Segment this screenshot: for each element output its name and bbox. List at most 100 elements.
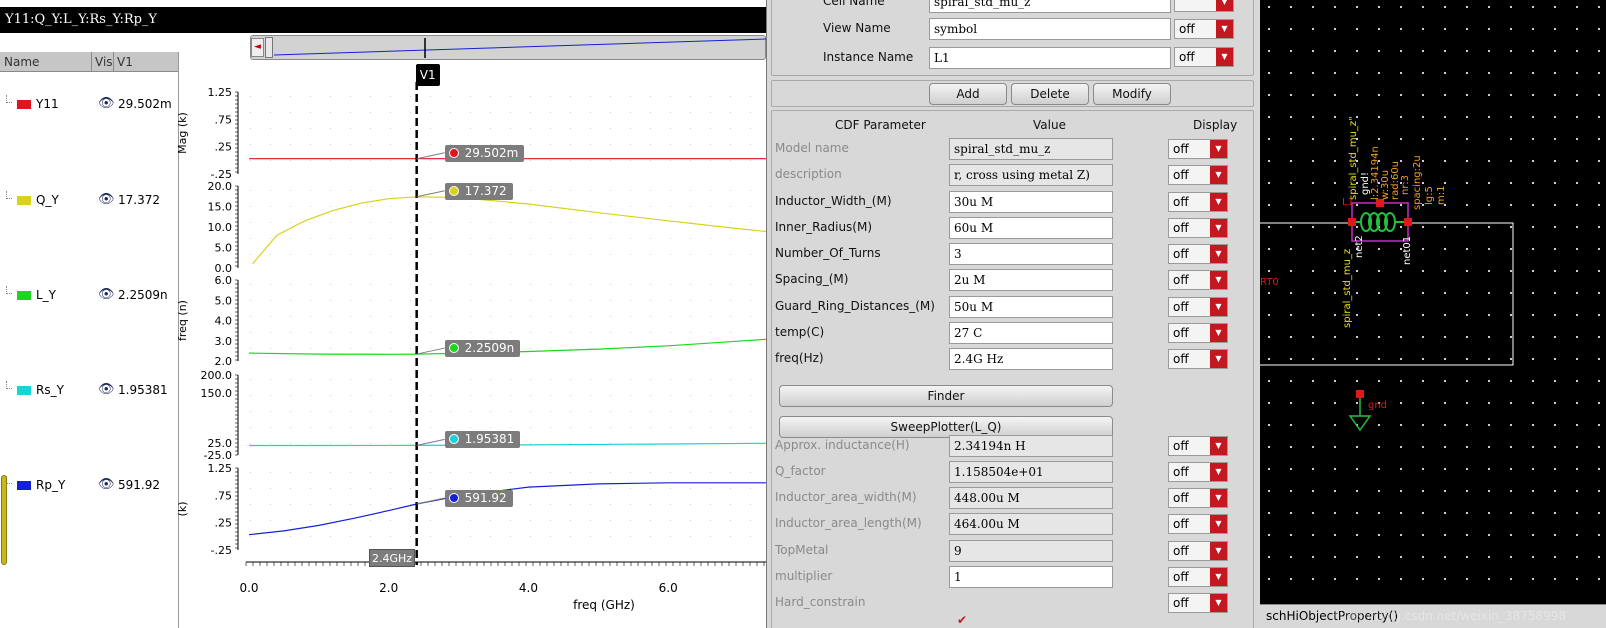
param-display-select[interactable]: off ▼ xyxy=(1168,323,1228,343)
grid-dot xyxy=(430,348,431,349)
marker-value-label[interactable]: 2.2509n xyxy=(444,340,521,358)
grid-dot xyxy=(610,190,611,191)
grid-dot xyxy=(670,144,671,145)
grid-dot xyxy=(570,504,571,505)
view-name-field[interactable]: symbol xyxy=(929,18,1171,40)
cell-name-display-select[interactable]: ▼ xyxy=(1174,0,1234,12)
schematic-drawing[interactable]: gndRT0L1spiral_std_mu_znet2 net01spiral_s… xyxy=(1260,0,1606,628)
param-value-field[interactable]: spiral_std_mu_z xyxy=(949,138,1113,160)
param-display-select[interactable]: off ▼ xyxy=(1168,349,1228,369)
grid-dot xyxy=(1400,446,1402,448)
grid-dot xyxy=(1510,402,1512,404)
param-value-field[interactable]: 2u M xyxy=(949,269,1113,291)
dropdown-arrow-icon: ▼ xyxy=(1210,594,1227,612)
schematic-canvas[interactable]: gnd RT0 L1 spiral_std_mu_z net2 net01 spiral_s… xyxy=(1260,0,1606,628)
grid-dot xyxy=(1378,468,1380,470)
grid-dot xyxy=(330,160,331,161)
result-display-select[interactable]: off ▼ xyxy=(1168,567,1228,587)
grid-dot xyxy=(290,190,291,191)
instance-name-field[interactable]: L1 xyxy=(929,47,1171,69)
result-label: multiplier xyxy=(775,569,833,583)
add-button[interactable]: Add xyxy=(929,83,1007,105)
grid-dot xyxy=(310,222,311,223)
grid-dot xyxy=(1510,578,1512,580)
grid-dot xyxy=(510,112,511,113)
grid-dot xyxy=(1554,402,1556,404)
result-value-field[interactable]: 2.34194n H xyxy=(949,435,1113,457)
vertical-marker-tag[interactable]: V1 xyxy=(415,64,440,86)
param-display-select[interactable]: off ▼ xyxy=(1168,297,1228,317)
grid-dot xyxy=(1378,556,1380,558)
result-value-field[interactable]: 9 xyxy=(949,540,1113,562)
grid-dot xyxy=(1598,490,1600,492)
grid-dot xyxy=(630,472,631,473)
grid-dot xyxy=(490,520,491,521)
result-value-field[interactable]: 464.00u M xyxy=(949,513,1113,535)
grid-dot xyxy=(1488,94,1490,96)
grid-dot xyxy=(650,300,651,301)
grid-dot xyxy=(1554,512,1556,514)
marker-leader-line xyxy=(416,152,445,160)
result-display-select[interactable]: off ▼ xyxy=(1168,541,1228,561)
delete-button[interactable]: Delete xyxy=(1011,83,1089,105)
param-display-select[interactable]: off ▼ xyxy=(1168,165,1228,185)
param-value-field[interactable]: 27 C xyxy=(949,322,1113,344)
grid-dot xyxy=(650,238,651,239)
grid-dot xyxy=(1356,72,1358,74)
grid-dot xyxy=(550,488,551,489)
param-display-select[interactable]: off ▼ xyxy=(1168,270,1228,290)
grid-dot xyxy=(1334,50,1336,52)
param-display-select[interactable]: off ▼ xyxy=(1168,244,1228,264)
grid-dot xyxy=(710,520,711,521)
marker-value-label[interactable]: 17.372 xyxy=(444,182,513,200)
grid-dot xyxy=(390,96,391,97)
grid-dot xyxy=(530,536,531,537)
grid-dot xyxy=(1466,380,1468,382)
grid-dot xyxy=(1532,138,1534,140)
result-value-field[interactable]: 448.00u M xyxy=(949,487,1113,509)
param-value-field[interactable]: 60u M xyxy=(949,217,1113,239)
grid-dot xyxy=(1334,182,1336,184)
result-value-field[interactable]: 1.158504e+01 xyxy=(949,461,1113,483)
param-value-field[interactable]: 3 xyxy=(949,243,1113,265)
grid-dot xyxy=(1488,424,1490,426)
param-value-field[interactable]: 30u M xyxy=(949,191,1113,213)
grid-dot xyxy=(750,395,751,396)
grid-dot xyxy=(290,488,291,489)
modify-button[interactable]: Modify xyxy=(1093,83,1171,105)
param-display-select[interactable]: off ▼ xyxy=(1168,192,1228,212)
marker-value-label[interactable]: 29.502m xyxy=(444,144,525,162)
y-tick-label: 4.0 xyxy=(215,315,233,328)
grid-dot xyxy=(1378,534,1380,536)
param-value-field[interactable]: 50u M xyxy=(949,296,1113,318)
grid-dot xyxy=(1598,50,1600,52)
grid-dot xyxy=(1334,402,1336,404)
grid-dot xyxy=(590,520,591,521)
hard-constrain-checkbox[interactable]: ✔ xyxy=(957,614,969,626)
instance-name-display-select[interactable]: off ▼ xyxy=(1174,47,1234,67)
result-display-select[interactable]: off ▼ xyxy=(1168,436,1228,456)
marker-value-label[interactable]: 1.95381 xyxy=(444,431,521,449)
view-name-display-select[interactable]: off ▼ xyxy=(1174,19,1234,39)
cell-name-field[interactable]: spiral_std_mu_z xyxy=(929,0,1171,13)
grid-dot xyxy=(1576,138,1578,140)
grid-dot xyxy=(410,332,411,333)
result-value-field[interactable]: 1 xyxy=(949,566,1113,588)
grid-dot xyxy=(1510,534,1512,536)
marker-value-label[interactable]: 591.92 xyxy=(444,489,513,507)
result-display-select[interactable]: off ▼ xyxy=(1168,514,1228,534)
grid-dot xyxy=(410,536,411,537)
result-display-select[interactable]: off ▼ xyxy=(1168,593,1228,613)
grid-dot xyxy=(550,144,551,145)
param-display-select[interactable]: off ▼ xyxy=(1168,139,1228,159)
param-value-field[interactable]: r, cross using metal Z) xyxy=(949,164,1113,186)
grid-dot xyxy=(1598,468,1600,470)
finder-button[interactable]: Finder xyxy=(779,385,1113,407)
result-display-select[interactable]: off ▼ xyxy=(1168,488,1228,508)
param-display-select[interactable]: off ▼ xyxy=(1168,218,1228,238)
grid-dot xyxy=(550,395,551,396)
plot-area[interactable]: 1.25 .75 .25 -.25 Mag (k) 20.0 15.0 10.0 5.0 0.0 6… xyxy=(0,0,766,628)
param-value-field[interactable]: 2.4G Hz xyxy=(949,348,1113,370)
result-display-select[interactable]: off ▼ xyxy=(1168,462,1228,482)
grid-dot xyxy=(1268,446,1270,448)
